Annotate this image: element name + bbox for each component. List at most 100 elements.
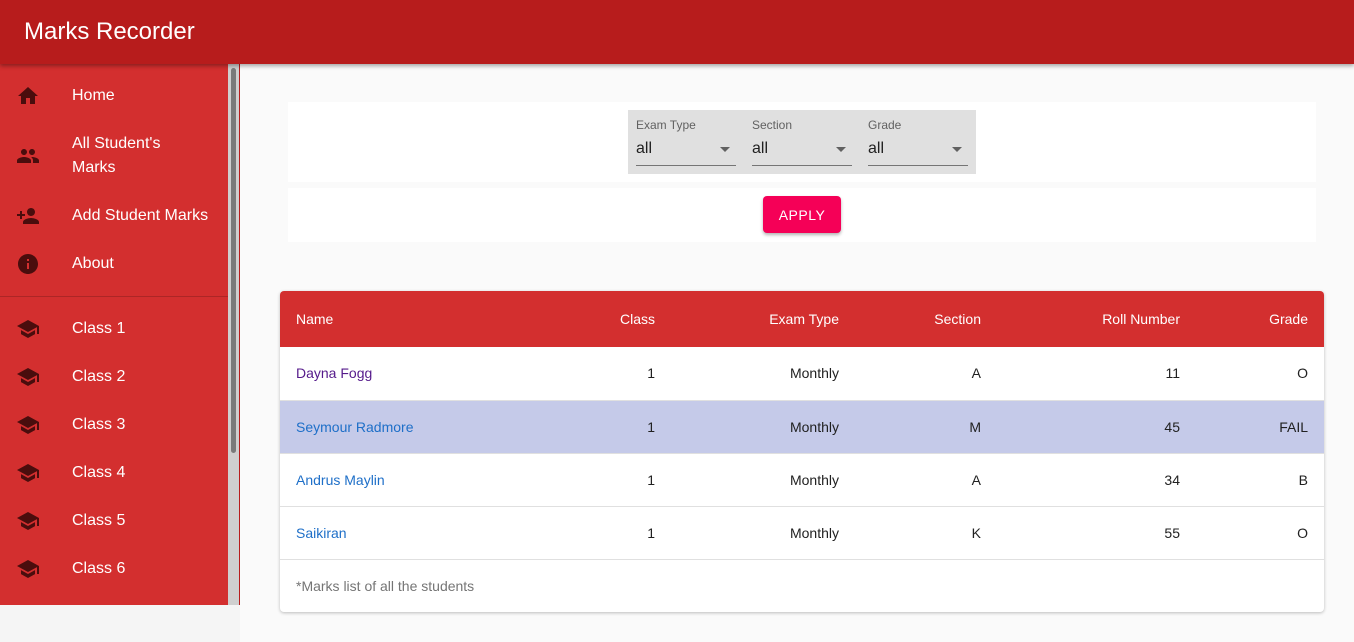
column-header-class[interactable]: Class [550, 291, 671, 347]
nav-item-all-students-marks[interactable]: All Student's Marks [0, 120, 228, 192]
table-row[interactable]: Andrus Maylin 1 Monthly A 34 B [280, 453, 1324, 506]
apply-button[interactable]: APPLY [763, 196, 841, 233]
people-icon [16, 144, 40, 168]
school-icon [16, 413, 40, 437]
nav-item-add-student-marks[interactable]: Add Student Marks [0, 192, 228, 240]
nav-item-class-4[interactable]: Class 4 [0, 449, 228, 497]
dropdown-arrow-icon [952, 147, 962, 152]
main-nav-group: Home All Student's Marks Add Student Mar… [0, 64, 228, 296]
grade-cell: O [1297, 365, 1308, 382]
nav-label: Home [72, 87, 115, 104]
school-icon [16, 317, 40, 341]
filter-group: Exam Type all Section all Grade all [628, 110, 976, 174]
table-row[interactable]: Saikiran 1 Monthly K 55 O [280, 506, 1324, 559]
column-header-section[interactable]: Section [855, 291, 997, 347]
marks-table-card: Name Class Exam Type Section Roll Number… [280, 291, 1324, 612]
nav-label: All Student's Marks [72, 135, 161, 176]
section-select[interactable]: Section all [752, 110, 852, 174]
app-title: Marks Recorder [24, 18, 195, 45]
table-row[interactable]: Seymour Radmore 1 Monthly M 45 FAIL [280, 400, 1324, 453]
nav-item-home[interactable]: Home [0, 72, 228, 120]
apply-panel: APPLY [288, 188, 1316, 242]
grade-cell: B [1298, 471, 1308, 488]
nav-label: Class 5 [72, 512, 126, 529]
grade-select[interactable]: Grade all [868, 110, 968, 174]
grade-value: all [868, 140, 885, 157]
person-add-icon [16, 204, 40, 228]
dropdown-arrow-icon [720, 147, 730, 152]
marks-table: Name Class Exam Type Section Roll Number… [280, 291, 1324, 560]
main-content: Exam Type all Section all Grade all APPL… [240, 64, 1354, 642]
exam-type-label: Exam Type [636, 118, 696, 132]
school-icon [16, 557, 40, 581]
school-icon [16, 509, 40, 533]
student-name-cell: Dayna Fogg [280, 347, 550, 400]
nav-item-class-5[interactable]: Class 5 [0, 497, 228, 545]
nav-label: Add Student Marks [72, 207, 209, 224]
roll-number-cell: 11 [1165, 365, 1180, 382]
scrollbar-thumb[interactable] [231, 68, 236, 453]
grade-cell: O [1297, 524, 1308, 541]
info-icon [16, 252, 40, 276]
section-label: Section [752, 118, 793, 132]
drawer-scrollbar[interactable] [228, 64, 239, 605]
class-nav-group: Class 1 Class 2 Class 3 Class 4 Class 5 … [0, 297, 228, 593]
column-header-exam-type[interactable]: Exam Type [671, 291, 855, 347]
nav-label: Class 2 [72, 368, 126, 385]
grade-cell: FAIL [1279, 418, 1308, 435]
exam-type-cell: Monthly [789, 524, 839, 541]
table-caption: *Marks list of all the students [296, 577, 475, 594]
section-cell: M [969, 418, 981, 435]
table-row[interactable]: Dayna Fogg 1 Monthly A 11 O [280, 347, 1324, 400]
class-cell: 1 [647, 418, 655, 435]
app-bar: Marks Recorder [0, 0, 1354, 64]
exam-type-select[interactable]: Exam Type all [636, 110, 736, 174]
drawer-list: Home All Student's Marks Add Student Mar… [0, 64, 228, 593]
section-cell: A [971, 365, 981, 382]
section-cell: K [971, 524, 981, 541]
class-cell: 1 [647, 365, 655, 382]
exam-type-value: all [636, 140, 653, 157]
roll-number-cell: 45 [1164, 418, 1180, 435]
nav-label: Class 4 [72, 464, 126, 481]
class-cell: 1 [647, 471, 655, 488]
nav-item-class-1[interactable]: Class 1 [0, 305, 228, 353]
select-underline [868, 165, 968, 166]
select-underline [636, 165, 736, 166]
school-icon [16, 461, 40, 485]
class-cell: 1 [647, 524, 655, 541]
nav-item-class-2[interactable]: Class 2 [0, 353, 228, 401]
exam-type-cell: Monthly [789, 365, 839, 382]
section-value: all [752, 140, 769, 157]
roll-number-cell: 34 [1164, 471, 1180, 488]
exam-type-cell: Monthly [789, 471, 839, 488]
student-name-cell: Saikiran [280, 506, 550, 559]
section-cell: A [971, 471, 981, 488]
table-header-row: Name Class Exam Type Section Roll Number… [280, 291, 1324, 347]
column-header-roll-number[interactable]: Roll Number [997, 291, 1196, 347]
select-underline [752, 165, 852, 166]
column-header-name[interactable]: Name [280, 291, 550, 347]
column-header-grade[interactable]: Grade [1196, 291, 1324, 347]
student-name-link[interactable]: Saikiran [296, 525, 347, 541]
student-name-link[interactable]: Dayna Fogg [296, 365, 372, 381]
student-name-cell: Seymour Radmore [280, 400, 550, 453]
home-icon [16, 84, 40, 108]
nav-label: Class 3 [72, 416, 126, 433]
nav-item-class-3[interactable]: Class 3 [0, 401, 228, 449]
nav-label: Class 6 [72, 560, 126, 577]
student-name-link[interactable]: Andrus Maylin [296, 472, 385, 488]
nav-label: About [72, 255, 114, 272]
student-name-link[interactable]: Seymour Radmore [296, 419, 414, 435]
nav-item-class-6[interactable]: Class 6 [0, 545, 228, 593]
filter-panel: Exam Type all Section all Grade all [288, 102, 1316, 182]
exam-type-cell: Monthly [789, 418, 839, 435]
side-drawer: Home All Student's Marks Add Student Mar… [0, 64, 240, 605]
grade-label: Grade [868, 118, 902, 132]
dropdown-arrow-icon [836, 147, 846, 152]
roll-number-cell: 55 [1164, 524, 1180, 541]
school-icon [16, 365, 40, 389]
nav-item-about[interactable]: About [0, 240, 228, 288]
student-name-cell: Andrus Maylin [280, 453, 550, 506]
nav-label: Class 1 [72, 320, 126, 337]
